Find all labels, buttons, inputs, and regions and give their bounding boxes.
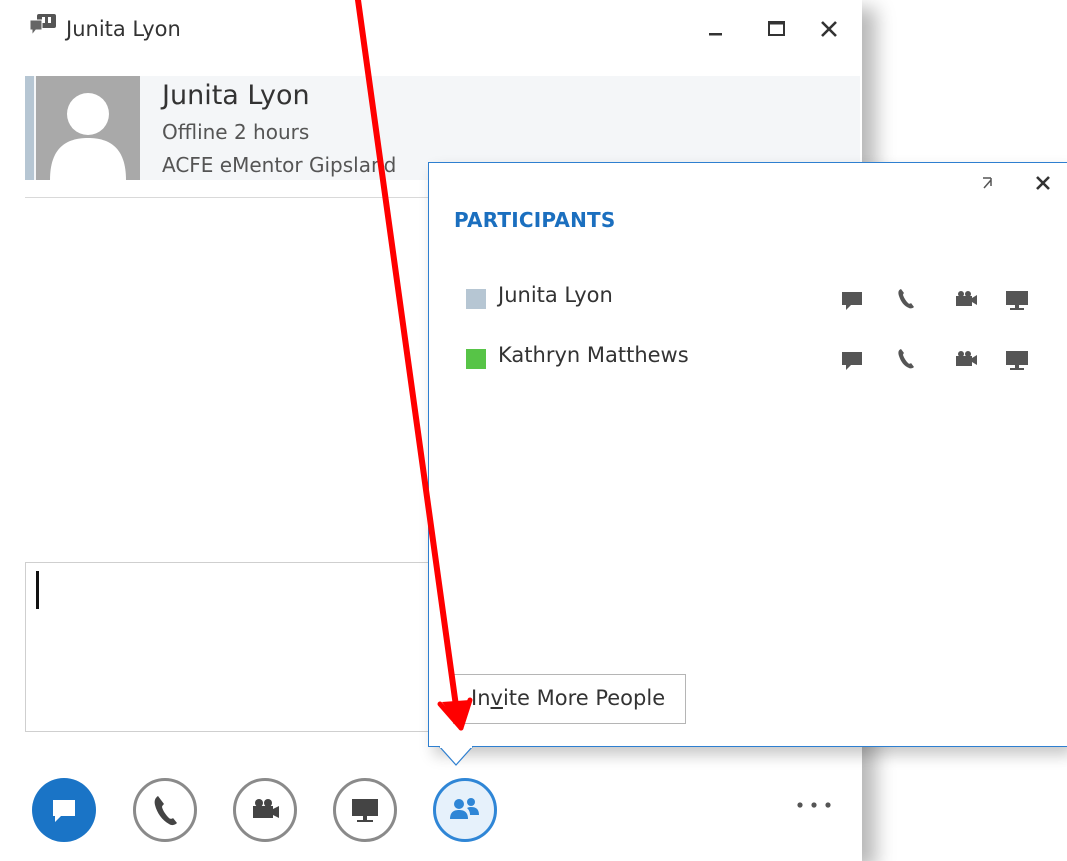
contact-status: Offline 2 hours [162, 120, 310, 144]
chat-app-icon [29, 14, 56, 37]
contact-organization: ACFE eMentor Gipsland [162, 153, 397, 177]
im-icon[interactable] [836, 343, 868, 375]
participant-name[interactable]: Kathryn Matthews [498, 343, 689, 367]
present-button[interactable] [333, 778, 397, 842]
participant-row[interactable]: Kathryn Matthews [466, 339, 1046, 379]
video-icon[interactable] [950, 343, 982, 375]
phone-icon[interactable] [890, 343, 922, 375]
phone-icon [154, 796, 177, 826]
present-icon[interactable] [1000, 283, 1032, 315]
invite-more-people-button[interactable]: Invite More People [453, 674, 686, 724]
video-icon[interactable] [950, 283, 982, 315]
close-button[interactable] [814, 14, 844, 44]
present-icon[interactable] [1000, 343, 1032, 375]
participant-row[interactable]: Junita Lyon [466, 279, 1046, 319]
contact-name[interactable]: Junita Lyon [162, 80, 310, 111]
text-cursor [36, 571, 39, 609]
participants-button[interactable] [433, 778, 497, 842]
person-silhouette-icon [50, 93, 126, 180]
title-bar: Junita Lyon [0, 0, 862, 62]
avatar[interactable] [36, 76, 140, 180]
video-button[interactable] [233, 778, 297, 842]
invite-label: Invite More People [471, 686, 666, 710]
more-options-icon[interactable] [790, 790, 840, 820]
participant-name[interactable]: Junita Lyon [498, 283, 613, 307]
present-icon [352, 799, 378, 822]
window-title: Junita Lyon [66, 17, 181, 41]
presence-status-icon [466, 349, 486, 369]
flyout-pointer [439, 746, 473, 766]
people-icon [450, 798, 479, 819]
flyout-close-button[interactable] [1032, 172, 1054, 194]
participants-flyout [428, 162, 1067, 747]
im-icon [53, 800, 75, 822]
video-icon [253, 799, 279, 818]
minimize-button[interactable] [700, 14, 730, 44]
call-button[interactable] [133, 778, 197, 842]
maximize-button[interactable] [762, 14, 792, 44]
participants-heading: PARTICIPANTS [454, 208, 616, 232]
presence-indicator [25, 76, 34, 180]
im-button[interactable] [32, 778, 96, 842]
pin-icon[interactable] [980, 174, 998, 192]
phone-icon[interactable] [890, 283, 922, 315]
conversation-toolbar [0, 760, 862, 861]
presence-status-icon [466, 289, 486, 309]
im-icon[interactable] [836, 283, 868, 315]
